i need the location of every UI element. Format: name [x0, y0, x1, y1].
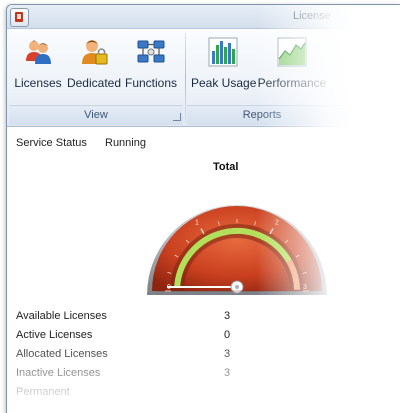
- gauge-tick-label: 3: [303, 284, 307, 291]
- users-icon: [26, 40, 51, 64]
- stat-label: Active Licenses: [16, 329, 93, 341]
- reports-group-caption: Reports: [187, 105, 400, 125]
- functions-label: Functions: [124, 76, 178, 90]
- app-icon: [15, 12, 23, 22]
- functions-icon: [137, 40, 165, 63]
- licenses-button[interactable]: Licenses: [12, 37, 64, 97]
- peak-usage-button[interactable]: Peak Usage: [191, 37, 257, 97]
- title-bar: License: [7, 5, 400, 29]
- view-group-caption: View: [9, 105, 183, 125]
- stat-value: 3: [224, 310, 231, 322]
- stat-value: 3: [224, 348, 231, 360]
- stat-value: 0: [224, 329, 231, 341]
- gauge-needle-cap: [235, 285, 239, 289]
- service-status-label: Service Status: [16, 137, 87, 149]
- performance-label: Performance: [257, 76, 327, 90]
- group-separator: [185, 33, 186, 123]
- view-dialog-launcher-icon[interactable]: [173, 113, 181, 121]
- performance-button[interactable]: Performance: [257, 37, 327, 97]
- dedicated-button[interactable]: Dedicated: [66, 37, 122, 97]
- stat-label: Allocated Licenses: [16, 348, 108, 360]
- service-status-value: Running: [105, 137, 146, 149]
- application-menu-button[interactable]: [10, 8, 29, 27]
- gauge-title: Total: [213, 161, 239, 173]
- licenses-label: Licenses: [14, 76, 62, 90]
- view-group-label: View: [84, 109, 108, 121]
- ribbon: Licenses Dedicated Functions View Peak U…: [7, 29, 400, 127]
- locked-user-icon: [82, 40, 108, 65]
- reports-group-label: Reports: [242, 109, 282, 121]
- dedicated-label: Dedicated: [66, 76, 122, 90]
- bar-chart-icon: [208, 37, 238, 67]
- performance-chart-icon: [277, 37, 307, 67]
- application-window: License Licenses Dedicated Functions Vie…: [6, 4, 400, 413]
- content-panel: Service Status Running Total 0 1 2 3 Availa…: [7, 127, 400, 413]
- window-title: License: [293, 10, 331, 22]
- total-gauge: 0123: [147, 205, 327, 295]
- gauge-tick-label: 2: [275, 220, 279, 227]
- stat-label: Permanent: [16, 386, 70, 398]
- stat-value: 3: [224, 367, 231, 379]
- stat-label: Available Licenses: [16, 310, 107, 322]
- stat-label: Inactive Licenses: [16, 367, 101, 379]
- functions-button[interactable]: Functions: [123, 37, 179, 97]
- gauge-tick-label: 1: [195, 220, 199, 227]
- peak-usage-label: Peak Usage: [191, 76, 257, 90]
